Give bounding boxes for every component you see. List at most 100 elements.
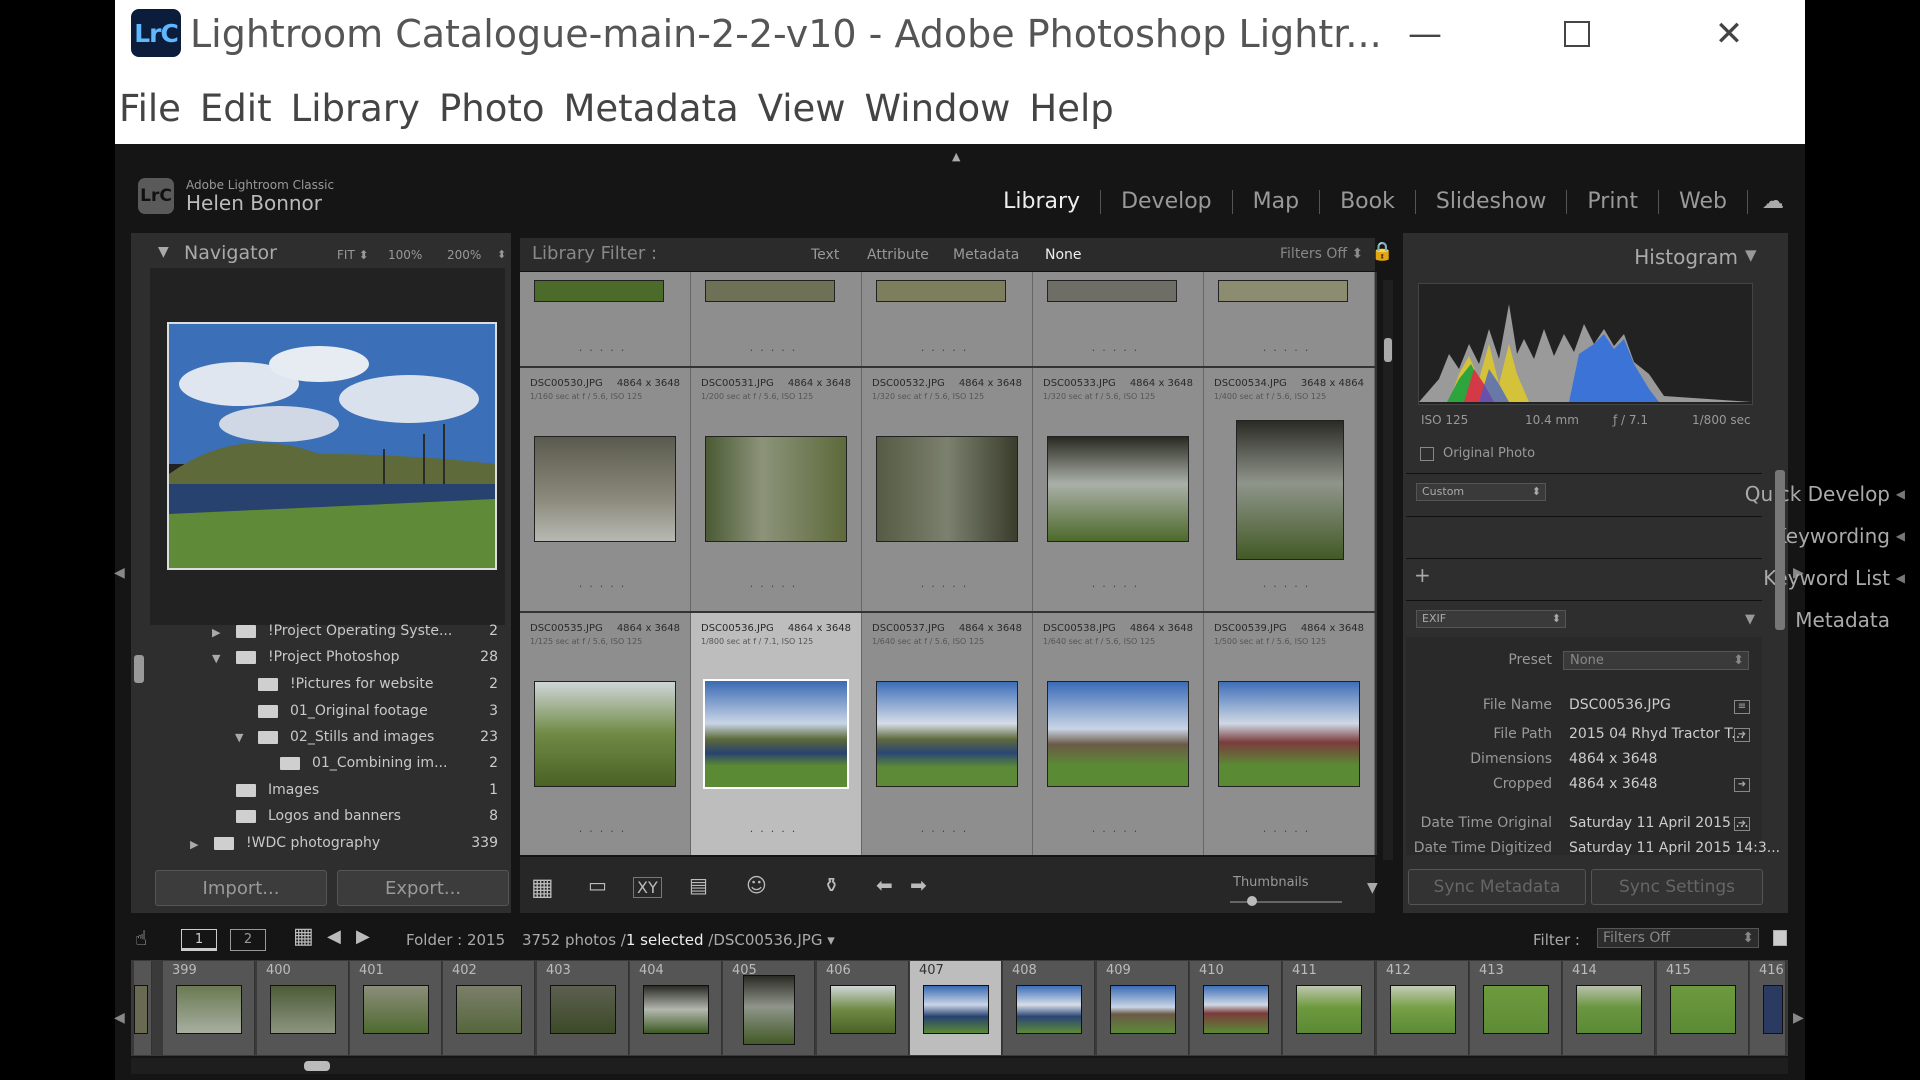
star-rating[interactable]: ····· bbox=[1033, 344, 1203, 357]
add-keyword-icon[interactable]: + bbox=[1414, 563, 1431, 587]
filmstrip-thumbnail[interactable] bbox=[456, 985, 522, 1034]
folder-row[interactable]: Images 1 bbox=[236, 777, 498, 803]
filmstrip-cell[interactable]: 399 bbox=[163, 961, 255, 1055]
saved-preset-select[interactable]: Custom ⬍ bbox=[1416, 483, 1546, 501]
star-rating[interactable]: ····· bbox=[520, 825, 690, 838]
photo-thumbnail[interactable] bbox=[876, 681, 1018, 787]
folder-row[interactable]: !Project Photoshop 28 bbox=[236, 644, 498, 670]
metadata-view-select[interactable]: EXIF ⬍ bbox=[1416, 610, 1566, 628]
next-arrow-icon[interactable]: ➡ bbox=[910, 873, 927, 897]
star-rating[interactable]: ····· bbox=[1033, 825, 1203, 838]
zoom-100[interactable]: 100% bbox=[388, 248, 422, 262]
module-develop[interactable]: Develop bbox=[1101, 189, 1233, 214]
minimize-icon[interactable]: — bbox=[1393, 8, 1457, 60]
filter-metadata[interactable]: Metadata bbox=[953, 247, 1019, 263]
filmstrip-left-edge-icon[interactable]: ◀ bbox=[114, 1010, 125, 1026]
forward-arrow-icon[interactable]: ▶ bbox=[356, 926, 370, 947]
folder-row[interactable]: Logos and banners 8 bbox=[236, 803, 498, 829]
filmstrip-cell[interactable]: 408 bbox=[1003, 961, 1095, 1055]
sync-metadata-button[interactable]: Sync Metadata bbox=[1408, 869, 1586, 905]
filmstrip-thumbnail[interactable] bbox=[550, 985, 616, 1034]
grid-cell[interactable]: DSC00534.JPG 3648 x 4864 1/400 sec at f / … bbox=[1204, 368, 1375, 611]
menu-metadata[interactable]: Metadata bbox=[564, 87, 739, 130]
grid-cell[interactable]: ····· bbox=[862, 272, 1033, 366]
filmstrip-cell[interactable]: 405 bbox=[723, 961, 815, 1055]
top-panel-toggle-icon[interactable]: ▲ bbox=[952, 150, 960, 163]
filmstrip-status[interactable]: 3752 photos /1 selected /DSC00536.JPG ▾ bbox=[522, 931, 835, 949]
filmstrip-thumbnail[interactable] bbox=[1483, 985, 1549, 1034]
back-arrow-icon[interactable]: ◀ bbox=[327, 926, 341, 947]
people-view-icon[interactable]: ☺ bbox=[746, 873, 767, 897]
filmstrip-cell[interactable]: 401 bbox=[350, 961, 442, 1055]
module-print[interactable]: Print bbox=[1567, 189, 1660, 214]
filmstrip-filter-select[interactable]: Filters Off ⬍ bbox=[1597, 928, 1759, 948]
menu-file[interactable]: File bbox=[119, 87, 181, 130]
module-library[interactable]: Library bbox=[983, 189, 1102, 214]
star-rating[interactable]: ····· bbox=[1204, 825, 1374, 838]
photo-thumbnail[interactable] bbox=[1218, 280, 1348, 302]
quick-develop-title[interactable]: Quick Develop bbox=[1745, 482, 1890, 506]
star-rating[interactable]: ····· bbox=[1204, 580, 1374, 593]
close-icon[interactable]: ✕ bbox=[1697, 8, 1761, 60]
original-photo-checkbox[interactable] bbox=[1420, 447, 1434, 461]
filmstrip-cell[interactable]: 403 bbox=[537, 961, 629, 1055]
grid-cell[interactable]: DSC00531.JPG 4864 x 3648 1/200 sec at f / … bbox=[691, 368, 862, 611]
grid-cell[interactable]: DSC00538.JPG 4864 x 3648 1/640 sec at f / … bbox=[1033, 613, 1204, 855]
grid-cell[interactable]: ····· bbox=[691, 272, 862, 366]
folder-row[interactable]: 01_Original footage 3 bbox=[258, 698, 498, 724]
photo-thumbnail[interactable] bbox=[705, 280, 835, 302]
sync-settings-button[interactable]: Sync Settings bbox=[1591, 869, 1763, 905]
filmstrip-cell[interactable]: 413 bbox=[1470, 961, 1562, 1055]
grid-cell[interactable]: DSC00539.JPG 4864 x 3648 1/500 sec at f / … bbox=[1204, 613, 1375, 855]
menu-view[interactable]: View bbox=[758, 87, 846, 130]
filmstrip-cell-selected[interactable]: 407 bbox=[910, 961, 1002, 1055]
loupe-view-icon[interactable]: ▭ bbox=[588, 873, 607, 897]
star-rating[interactable]: ····· bbox=[520, 344, 690, 357]
star-rating[interactable]: ····· bbox=[1033, 580, 1203, 593]
star-rating[interactable]: ····· bbox=[691, 344, 861, 357]
grid-cell[interactable]: DSC00535.JPG 4864 x 3648 1/125 sec at f / … bbox=[520, 613, 691, 855]
star-rating[interactable]: ····· bbox=[691, 580, 861, 593]
filter-none[interactable]: None bbox=[1045, 247, 1082, 263]
histogram-collapse-icon[interactable]: ▼ bbox=[1745, 246, 1757, 264]
histogram-graph[interactable] bbox=[1418, 283, 1753, 405]
star-rating[interactable]: ····· bbox=[691, 825, 861, 838]
metadata-value[interactable]: DSC00536.JPG bbox=[1569, 697, 1671, 713]
grid-cell[interactable]: DSC00537.JPG 4864 x 3648 1/640 sec at f / … bbox=[862, 613, 1033, 855]
maximize-icon[interactable] bbox=[1545, 8, 1609, 60]
metadata-collapse-icon[interactable]: ▼ bbox=[1745, 612, 1755, 627]
keywording-expand-icon[interactable]: ◀ bbox=[1896, 529, 1905, 543]
filmstrip-thumbnail[interactable] bbox=[1203, 985, 1269, 1034]
navigator-preview-image[interactable] bbox=[167, 322, 497, 570]
toolbar-menu-icon[interactable]: ▼ bbox=[1367, 880, 1378, 896]
photo-thumbnail[interactable] bbox=[876, 280, 1006, 302]
photo-thumbnail[interactable] bbox=[1047, 681, 1189, 787]
filmstrip-thumbnail[interactable] bbox=[830, 985, 896, 1034]
filmstrip-thumbnail[interactable] bbox=[1110, 985, 1176, 1034]
folder-row[interactable]: 01_Combining im... 2 bbox=[280, 750, 498, 776]
grid-shortcut-icon[interactable]: ▦ bbox=[293, 924, 314, 949]
filmstrip-thumbnail[interactable] bbox=[1763, 985, 1783, 1034]
menu-window[interactable]: Window bbox=[865, 87, 1011, 130]
photo-thumbnail[interactable] bbox=[876, 436, 1018, 542]
folder-row[interactable]: 02_Stills and images 23 bbox=[258, 724, 498, 750]
filmstrip-cell[interactable]: 410 bbox=[1190, 961, 1282, 1055]
main-screen-button[interactable]: 1 bbox=[181, 929, 217, 951]
filmstrip-scrollbar[interactable] bbox=[131, 1058, 1788, 1074]
filmstrip-thumbnail[interactable] bbox=[363, 985, 429, 1034]
collapse-arrow-icon[interactable]: ▼ bbox=[212, 652, 220, 665]
rename-icon[interactable]: ≡ bbox=[1734, 700, 1750, 714]
filmstrip-thumbnail[interactable] bbox=[134, 985, 148, 1034]
hand-tool-icon[interactable]: ☝ bbox=[135, 926, 147, 950]
filmstrip-thumbnail[interactable] bbox=[1576, 985, 1642, 1034]
filmstrip-cell[interactable]: 412 bbox=[1377, 961, 1469, 1055]
lock-icon[interactable]: 🔒 bbox=[1371, 241, 1393, 262]
star-rating[interactable]: ····· bbox=[520, 580, 690, 593]
edit-capture-time-icon[interactable]: ➜ bbox=[1734, 817, 1750, 831]
filters-off-preset[interactable]: Filters Off ⬍ bbox=[1280, 246, 1363, 262]
filmstrip-cell[interactable]: 406 bbox=[817, 961, 909, 1055]
cloud-sync-icon[interactable]: ☁ bbox=[1762, 189, 1784, 214]
navigator-collapse-icon[interactable]: ▼ bbox=[158, 244, 169, 260]
module-web[interactable]: Web bbox=[1659, 189, 1748, 214]
grid-cell[interactable]: DSC00530.JPG 4864 x 3648 1/160 sec at f / … bbox=[520, 368, 691, 611]
